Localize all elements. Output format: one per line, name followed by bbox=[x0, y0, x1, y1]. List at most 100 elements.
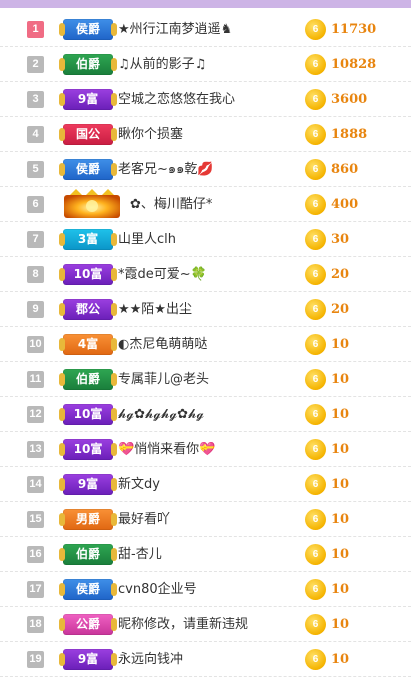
rank-title-badge: 10富 bbox=[59, 404, 117, 425]
coin-amount: 20 bbox=[331, 267, 350, 282]
ranking-row[interactable]: 7 3富 山里人clh 6 30 bbox=[0, 222, 411, 257]
user-name[interactable]: 永远向钱冲 bbox=[118, 642, 183, 677]
user-name[interactable]: 𝓱𝓰✿𝓱𝓰𝓱𝓰✿𝓱𝓰 bbox=[118, 397, 204, 432]
ranking-row[interactable]: 8 10富 *霞de可爱~🍀 6 20 bbox=[0, 257, 411, 292]
coin-amount: 400 bbox=[331, 197, 359, 212]
coin-amount: 10 bbox=[331, 477, 350, 492]
coin-icon: 6 bbox=[305, 54, 326, 75]
ranking-row[interactable]: 3 9富 空城之恋悠悠在我心 6 3600 bbox=[0, 82, 411, 117]
ranking-row[interactable]: 9 郡公 ★★陌★出尘 6 20 bbox=[0, 292, 411, 327]
coin-amount: 10 bbox=[331, 617, 350, 632]
coin-amount: 10 bbox=[331, 582, 350, 597]
ranking-row[interactable]: 13 10富 💝悄悄来看你💝 6 10 bbox=[0, 432, 411, 467]
rank-number: 19 bbox=[27, 651, 44, 668]
rank-title-badge: 9富 bbox=[59, 89, 117, 110]
coin-icon: 6 bbox=[305, 264, 326, 285]
rank-number: 12 bbox=[27, 406, 44, 423]
rank-title-badge: 国公 bbox=[59, 124, 117, 145]
top-accent-bar bbox=[0, 0, 411, 8]
coin-amount: 10 bbox=[331, 512, 350, 527]
rank-number: 7 bbox=[27, 231, 44, 248]
rank-number: 8 bbox=[27, 266, 44, 283]
user-name[interactable]: 瞅你个损塞 bbox=[118, 117, 183, 152]
rank-title-badge: 4富 bbox=[59, 334, 117, 355]
ranking-row[interactable]: 10 4富 ◐杰尼龟萌萌哒 6 10 bbox=[0, 327, 411, 362]
coin-icon: 6 bbox=[305, 614, 326, 635]
ranking-row[interactable]: 1 侯爵 ★州行江南梦逍遥♞ 6 11730 bbox=[0, 12, 411, 47]
user-name[interactable]: 甜-杏儿 bbox=[118, 537, 162, 572]
coin-icon: 6 bbox=[305, 404, 326, 425]
user-name[interactable]: 💝悄悄来看你💝 bbox=[118, 432, 215, 467]
user-name[interactable]: ◐杰尼龟萌萌哒 bbox=[118, 327, 207, 362]
rank-title-badge: 9富 bbox=[59, 474, 117, 495]
rank-title-badge: 郡公 bbox=[59, 299, 117, 320]
coin-icon: 6 bbox=[305, 579, 326, 600]
user-name[interactable]: ♫从前的影子♫ bbox=[118, 47, 206, 82]
rank-number: 16 bbox=[27, 546, 44, 563]
ranking-row[interactable]: 6 ✿、梅川酷仔* 6 400 bbox=[0, 187, 411, 222]
coin-icon: 6 bbox=[305, 369, 326, 390]
ranking-row[interactable]: 4 国公 瞅你个损塞 6 1888 bbox=[0, 117, 411, 152]
ranking-row[interactable]: 18 公爵 昵称修改，请重新违规 6 10 bbox=[0, 607, 411, 642]
rank-number: 5 bbox=[27, 161, 44, 178]
coin-amount: 10 bbox=[331, 407, 350, 422]
rank-title-badge: 9富 bbox=[59, 649, 117, 670]
rank-title-badge: 伯爵 bbox=[59, 54, 117, 75]
ranking-row[interactable]: 14 9富 新文dy 6 10 bbox=[0, 467, 411, 502]
rank-title-badge: 伯爵 bbox=[59, 544, 117, 565]
user-name[interactable]: *霞de可爱~🍀 bbox=[118, 257, 207, 292]
rank-number: 2 bbox=[27, 56, 44, 73]
coin-amount: 10 bbox=[331, 337, 350, 352]
ranking-row[interactable]: 11 伯爵 专属菲儿@老头 6 10 bbox=[0, 362, 411, 397]
coin-amount: 10 bbox=[331, 652, 350, 667]
coin-icon: 6 bbox=[305, 229, 326, 250]
coin-icon: 6 bbox=[305, 159, 326, 180]
ranking-list: 1 侯爵 ★州行江南梦逍遥♞ 6 11730 2 伯爵 ♫从前的影子♫ 6 10828 3 9富 空城之… bbox=[0, 12, 411, 677]
ranking-row[interactable]: 16 伯爵 甜-杏儿 6 10 bbox=[0, 537, 411, 572]
coin-icon: 6 bbox=[305, 299, 326, 320]
rank-title-badge: 10富 bbox=[59, 264, 117, 285]
coin-amount: 20 bbox=[331, 302, 350, 317]
user-name[interactable]: 新文dy bbox=[118, 467, 160, 502]
rank-number: 6 bbox=[27, 196, 44, 213]
ranking-row[interactable]: 15 男爵 最好看吖 6 10 bbox=[0, 502, 411, 537]
rank-title-badge: 侯爵 bbox=[59, 159, 117, 180]
coin-icon: 6 bbox=[305, 439, 326, 460]
user-name[interactable]: 空城之恋悠悠在我心 bbox=[118, 82, 235, 117]
user-name[interactable]: 最好看吖 bbox=[118, 502, 170, 537]
coin-icon: 6 bbox=[305, 544, 326, 565]
user-name[interactable]: ★州行江南梦逍遥♞ bbox=[118, 12, 232, 47]
user-name[interactable]: 专属菲儿@老头 bbox=[118, 362, 209, 397]
ranking-row[interactable]: 19 9富 永远向钱冲 6 10 bbox=[0, 642, 411, 677]
user-name[interactable]: cvn80企业号 bbox=[118, 572, 197, 607]
ranking-row[interactable]: 5 侯爵 老客兄~๑๑乾💋 6 860 bbox=[0, 152, 411, 187]
rank-number: 9 bbox=[27, 301, 44, 318]
coin-amount: 10828 bbox=[331, 57, 377, 72]
rank-number: 17 bbox=[27, 581, 44, 598]
ranking-row[interactable]: 17 侯爵 cvn80企业号 6 10 bbox=[0, 572, 411, 607]
rank-title-badge: 公爵 bbox=[59, 614, 117, 635]
user-name[interactable]: 昵称修改，请重新违规 bbox=[118, 607, 248, 642]
coin-amount: 10 bbox=[331, 547, 350, 562]
coin-amount: 10 bbox=[331, 442, 350, 457]
ranking-row[interactable]: 2 伯爵 ♫从前的影子♫ 6 10828 bbox=[0, 47, 411, 82]
user-name[interactable]: 老客兄~๑๑乾💋 bbox=[118, 152, 214, 187]
user-name[interactable]: ★★陌★出尘 bbox=[118, 292, 192, 327]
rank-title-badge: 伯爵 bbox=[59, 369, 117, 390]
ranking-row[interactable]: 12 10富 𝓱𝓰✿𝓱𝓰𝓱𝓰✿𝓱𝓰 6 10 bbox=[0, 397, 411, 432]
crown-badge-icon bbox=[64, 189, 120, 218]
coin-amount: 10 bbox=[331, 372, 350, 387]
user-name[interactable]: ✿、梅川酷仔* bbox=[130, 187, 212, 222]
rank-number: 13 bbox=[27, 441, 44, 458]
coin-amount: 11730 bbox=[331, 22, 377, 37]
rank-number: 14 bbox=[27, 476, 44, 493]
rank-title-badge: 3富 bbox=[59, 229, 117, 250]
rank-number: 1 bbox=[27, 21, 44, 38]
coin-amount: 30 bbox=[331, 232, 350, 247]
rank-title-badge: 侯爵 bbox=[59, 19, 117, 40]
rank-title-badge: 男爵 bbox=[59, 509, 117, 530]
coin-icon: 6 bbox=[305, 124, 326, 145]
rank-title-badge: 10富 bbox=[59, 439, 117, 460]
coin-icon: 6 bbox=[305, 649, 326, 670]
user-name[interactable]: 山里人clh bbox=[118, 222, 176, 257]
